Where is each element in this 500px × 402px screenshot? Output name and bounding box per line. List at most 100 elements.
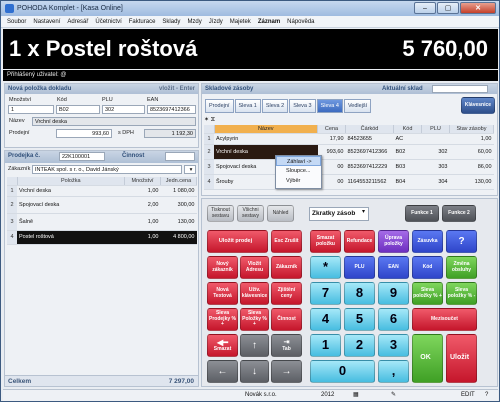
col-stock[interactable]: Stav zásoby: [449, 125, 494, 134]
save-button[interactable]: Uložit: [446, 334, 477, 383]
menu-mzdy[interactable]: Mzdy: [187, 19, 201, 25]
col-barcode[interactable]: Čárkód: [345, 125, 394, 134]
ctx-columns-item[interactable]: Sloupce...: [276, 166, 321, 176]
col-code[interactable]: Kód: [393, 125, 422, 134]
col-price[interactable]: Cena: [317, 125, 346, 134]
maximize-button[interactable]: ▢: [437, 2, 459, 14]
menu-jizdy[interactable]: Jízdy: [209, 19, 223, 25]
price-field[interactable]: 993,60: [56, 129, 112, 138]
menu-nastaveni[interactable]: Nastavení: [33, 19, 60, 25]
delete-item-button[interactable]: Smazat položku: [310, 230, 341, 253]
digit-1-button[interactable]: 1: [310, 334, 341, 357]
col-item[interactable]: Položka: [17, 177, 125, 186]
help-button[interactable]: ?: [446, 230, 477, 253]
tab-sleva-3[interactable]: Sleva 3: [289, 99, 316, 113]
keyboard-button[interactable]: Klávesnice: [461, 97, 495, 114]
customer-dropdown[interactable]: ▾: [184, 165, 196, 174]
digit-3-button[interactable]: 3: [378, 334, 409, 357]
menu-napoveda[interactable]: Nápověda: [287, 19, 314, 25]
col-plu[interactable]: PLU: [421, 125, 450, 134]
col-qty[interactable]: Množství: [124, 177, 161, 186]
function-2-button[interactable]: Funkce 2: [442, 205, 476, 222]
menu-fakturace[interactable]: Fakturace: [129, 19, 156, 25]
ctx-header-item[interactable]: Záhlaví ->: [276, 156, 321, 166]
user-keyboard-button[interactable]: Užív. klávesnice: [240, 282, 269, 305]
ok-button[interactable]: OK: [412, 334, 443, 383]
activity-select[interactable]: [165, 152, 195, 161]
plu-field[interactable]: 302: [102, 105, 145, 114]
tab-sleva-1[interactable]: Sleva 1: [234, 99, 261, 113]
customer-button[interactable]: Zákazník: [271, 256, 302, 279]
preview-button[interactable]: Náhled: [267, 205, 294, 222]
filter-icon[interactable]: ✶ ⧖: [204, 116, 220, 124]
customer-field[interactable]: INTEAK spol. s r. o., David Jánský: [32, 165, 182, 174]
change-operator-button[interactable]: Změna obsluhy: [446, 256, 477, 279]
refund-button[interactable]: Refundace: [344, 230, 375, 253]
arrow-down-button[interactable]: ↓: [240, 360, 269, 383]
ean-button[interactable]: EAN: [378, 256, 409, 279]
digit-5-button[interactable]: 5: [344, 308, 375, 331]
decimal-comma-button[interactable]: ,: [378, 360, 409, 383]
table-row[interactable]: 1 Vrchní deska 1,00 1 080,00: [7, 185, 197, 197]
menu-majetek[interactable]: Majetek: [230, 19, 251, 25]
shortcuts-select[interactable]: Zkratky zásob: [309, 207, 369, 221]
activity-button[interactable]: Činnost: [271, 308, 302, 331]
minimize-button[interactable]: –: [414, 2, 436, 14]
digit-8-button[interactable]: 8: [344, 282, 375, 305]
ctx-select-item[interactable]: Výběr: [276, 176, 321, 186]
digit-6-button[interactable]: 6: [378, 308, 409, 331]
menu-adresar[interactable]: Adresář: [67, 19, 88, 25]
arrow-up-button[interactable]: ↑: [240, 334, 269, 357]
menu-soubor[interactable]: Soubor: [7, 19, 26, 25]
drawer-button[interactable]: Zásuvka: [412, 230, 443, 253]
tab-sleva-2[interactable]: Sleva 2: [261, 99, 289, 113]
price-check-button[interactable]: Zjištění ceny: [271, 282, 302, 305]
col-unit-price[interactable]: Jedn.cena: [160, 177, 197, 186]
warehouse-select[interactable]: [432, 85, 488, 93]
arrow-left-button[interactable]: ←: [207, 360, 238, 383]
table-row[interactable]: 1 Acylpyrin 17,90 84523655 AC 1,00: [204, 133, 494, 145]
menu-sklady[interactable]: Sklady: [162, 19, 180, 25]
item-discount-minus-button[interactable]: Sleva položky % -: [446, 282, 477, 305]
digit-4-button[interactable]: 4: [310, 308, 341, 331]
help-icon[interactable]: ?: [485, 390, 488, 401]
table-row-selected[interactable]: 4 Postel roštová 1,00 4 800,00: [7, 230, 197, 245]
insert-address-button[interactable]: Vložit Adresu: [240, 256, 269, 279]
item-discount-button[interactable]: Sleva Položky % +: [240, 308, 269, 331]
table-row[interactable]: 3 Spojovací deska 00 8523697412229 B03 3…: [204, 159, 494, 175]
item-discount-plus-button[interactable]: Sleva položky % +: [412, 282, 443, 305]
close-button[interactable]: ✕: [460, 2, 496, 14]
new-text-button[interactable]: Nová Textová: [207, 282, 238, 305]
new-customer-button[interactable]: Nový zákazník: [207, 256, 238, 279]
ean-field[interactable]: 8523697412366: [147, 105, 196, 114]
table-row-selected[interactable]: 2 Vrchní deska 993,60 8523697412366 B02 …: [204, 144, 494, 160]
tab-prodejni[interactable]: Prodejní: [205, 99, 234, 113]
menu-zaznam[interactable]: Záznam: [258, 19, 280, 25]
arrow-right-button[interactable]: →: [271, 360, 302, 383]
multiply-button[interactable]: *: [310, 256, 341, 279]
function-1-button[interactable]: Funkce 1: [405, 205, 439, 222]
table-row[interactable]: 2 Spojovací deska 2,00 300,00: [7, 196, 197, 214]
code-button[interactable]: Kód: [412, 256, 443, 279]
all-reports-button[interactable]: Všichni sestavy: [237, 205, 264, 222]
code-field[interactable]: B02: [56, 105, 100, 114]
col-name[interactable]: Název: [214, 125, 318, 134]
menu-ucetnictvi[interactable]: Účetnictví: [95, 19, 121, 25]
digit-2-button[interactable]: 2: [344, 334, 375, 357]
cancel-button[interactable]: Esc Zrušit: [271, 230, 302, 253]
save-sale-button[interactable]: Uložit prodej: [207, 230, 268, 253]
digit-0-button[interactable]: 0: [310, 360, 375, 383]
name-field[interactable]: Vrchní deska: [32, 117, 196, 126]
tab-vedlejsi[interactable]: Vedlejší: [343, 99, 372, 113]
edit-item-button[interactable]: Úprava položky: [378, 230, 409, 253]
subtotal-button[interactable]: Mezisoučet: [412, 308, 477, 331]
table-row[interactable]: 3 Šalně 1,00 130,00: [7, 213, 197, 231]
chevron-down-icon[interactable]: ▾: [362, 208, 365, 215]
table-row[interactable]: 4 Šrouby 00 1164553211562 B04 304 130,00: [204, 174, 494, 190]
tab-sleva-4[interactable]: Sleva 4: [316, 99, 343, 113]
delete-button[interactable]: ◀━ Smazat: [207, 334, 238, 357]
tab-button[interactable]: ⇥ Tab: [271, 334, 302, 357]
plu-button[interactable]: PLU: [344, 256, 375, 279]
digit-7-button[interactable]: 7: [310, 282, 341, 305]
sale-discount-button[interactable]: Sleva Prodejky % +: [207, 308, 238, 331]
